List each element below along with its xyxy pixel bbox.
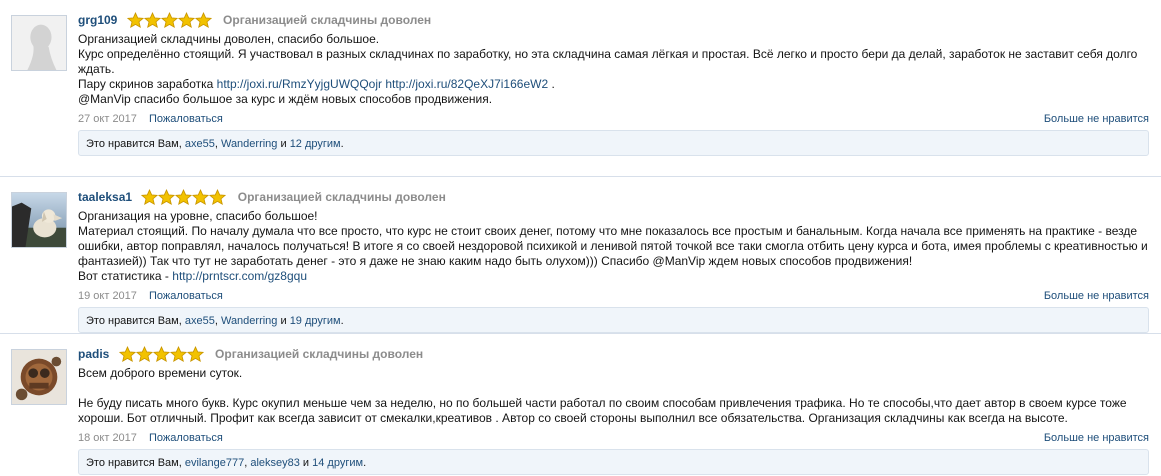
unlike-link[interactable]: Больше не нравится (1044, 112, 1149, 127)
like-user-link[interactable]: evilange777 (185, 457, 244, 469)
username-link[interactable]: grg109 (78, 13, 117, 27)
likes-summary: Это нравится Вам, axe55, Wanderring и 12… (78, 130, 1149, 156)
review-body: grg109 Организацией складчины доволен Ор… (78, 8, 1149, 156)
likes-and: и (277, 315, 290, 327)
like-user-link[interactable]: aleksey83 (250, 457, 300, 469)
star-rating (126, 11, 212, 30)
username-link[interactable]: taaleksa1 (78, 190, 132, 204)
like-others-link[interactable]: 12 другим (290, 138, 341, 150)
star-icon (126, 11, 144, 28)
review-date: 18 окт 2017 (78, 432, 137, 444)
review-header: grg109 Организацией складчины доволен (78, 8, 1149, 32)
star-icon (135, 345, 153, 362)
report-link[interactable]: Пожаловаться (149, 432, 223, 444)
avatar[interactable] (11, 192, 67, 248)
review-text: Всем доброго времени суток. Не буду писа… (78, 366, 1149, 426)
review-line: Организация на уровне, спасибо большое! (78, 209, 318, 223)
avatar[interactable] (11, 15, 67, 71)
star-icon (194, 11, 212, 28)
star-icon (186, 345, 204, 362)
steampunk-photo-icon (12, 350, 66, 404)
review-line: Организацией складчины доволен, спасибо … (78, 32, 380, 46)
likes-summary: Это нравится Вам, axe55, Wanderring и 19… (78, 307, 1149, 333)
unlike-link[interactable]: Больше не нравится (1044, 431, 1149, 446)
star-icon (169, 345, 187, 362)
username-link[interactable]: padis (78, 347, 109, 361)
review-item: taaleksa1 Организацией складчины доволен… (0, 176, 1161, 333)
star-icon (143, 11, 161, 28)
likes-end: . (340, 315, 344, 327)
review-date: 27 окт 2017 (78, 113, 137, 125)
likes-and: и (277, 138, 290, 150)
star-icon (152, 345, 170, 362)
rating-verdict: Организацией складчины доволен (237, 190, 446, 204)
review-meta: 19 окт 2017 Пожаловаться Больше не нрави… (78, 289, 1149, 304)
unlike-link[interactable]: Больше не нравится (1044, 289, 1149, 304)
rating-verdict: Организацией складчины доволен (223, 13, 432, 27)
screens-suffix: . (548, 77, 555, 91)
review-item: padis Организацией складчины доволен Все… (0, 333, 1161, 475)
review-meta: 18 окт 2017 Пожаловаться Больше не нрави… (78, 431, 1149, 446)
review-line: Курс определённо стоящий. Я участвовал в… (78, 47, 1138, 76)
review-body: padis Организацией складчины доволен Все… (78, 342, 1149, 475)
like-others-link[interactable]: 19 другим (290, 315, 341, 327)
avatar[interactable] (11, 349, 67, 405)
dog-photo-icon (12, 193, 66, 247)
star-icon (118, 345, 136, 362)
likes-prefix: Это нравится Вам, (86, 457, 185, 469)
likes-end: . (363, 457, 367, 469)
review-line: Не буду писать много букв. Курс окупил м… (78, 396, 1127, 425)
review-list: grg109 Организацией складчины доволен Ор… (0, 0, 1161, 475)
review-text: Организацией складчины доволен, спасибо … (78, 32, 1149, 107)
review-line: Всем доброго времени суток. (78, 366, 243, 380)
review-line: @ManVip спасибо большое за курс и ждём н… (78, 92, 493, 106)
likes-summary: Это нравится Вам, evilange777, aleksey83… (78, 449, 1149, 475)
review-line: Вот статистика - http://prntscr.com/gz8g… (78, 269, 1149, 284)
likes-and: и (299, 457, 313, 469)
review-meta: 27 окт 2017 Пожаловаться Больше не нрави… (78, 112, 1149, 127)
star-icon (209, 188, 227, 205)
rating-verdict: Организацией складчины доволен (215, 347, 424, 361)
star-icon (141, 188, 159, 205)
like-user-link[interactable]: Wanderring (221, 138, 277, 150)
like-user-link[interactable]: axe55 (185, 315, 215, 327)
like-others-link[interactable]: 14 другим (312, 457, 363, 469)
default-user-icon (12, 16, 66, 70)
review-item: grg109 Организацией складчины доволен Ор… (0, 0, 1161, 176)
star-icon (158, 188, 176, 205)
star-icon (160, 11, 178, 28)
like-user-link[interactable]: Wanderring (221, 315, 277, 327)
review-text: Организация на уровне, спасибо большое! … (78, 209, 1149, 284)
star-icon (177, 11, 195, 28)
likes-prefix: Это нравится Вам, (86, 315, 185, 327)
likes-end: . (340, 138, 344, 150)
review-line: Пару скринов заработка http://joxi.ru/Rm… (78, 77, 1149, 92)
star-rating (118, 345, 204, 364)
review-body: taaleksa1 Организацией складчины доволен… (78, 185, 1149, 333)
report-link[interactable]: Пожаловаться (149, 290, 223, 302)
star-rating (141, 188, 227, 207)
stats-label: Вот статистика - (78, 269, 173, 283)
report-link[interactable]: Пожаловаться (149, 113, 223, 125)
review-line: Материал стоящий. По началу думала что в… (78, 224, 1148, 268)
screens-label: Пару скринов заработка (78, 77, 214, 91)
star-icon (192, 188, 210, 205)
star-icon (175, 188, 193, 205)
review-date: 19 окт 2017 (78, 290, 137, 302)
stats-link[interactable]: http://prntscr.com/gz8gqu (172, 269, 307, 283)
screenshot-link-1[interactable]: http://joxi.ru/RmzYyjgUWQQojr (217, 77, 382, 91)
review-header: taaleksa1 Организацией складчины доволен (78, 185, 1149, 209)
like-user-link[interactable]: axe55 (185, 138, 215, 150)
review-header: padis Организацией складчины доволен (78, 342, 1149, 366)
screenshot-link-2[interactable]: http://joxi.ru/82QeXJ7i166eW2 (385, 77, 548, 91)
likes-prefix: Это нравится Вам, (86, 138, 185, 150)
